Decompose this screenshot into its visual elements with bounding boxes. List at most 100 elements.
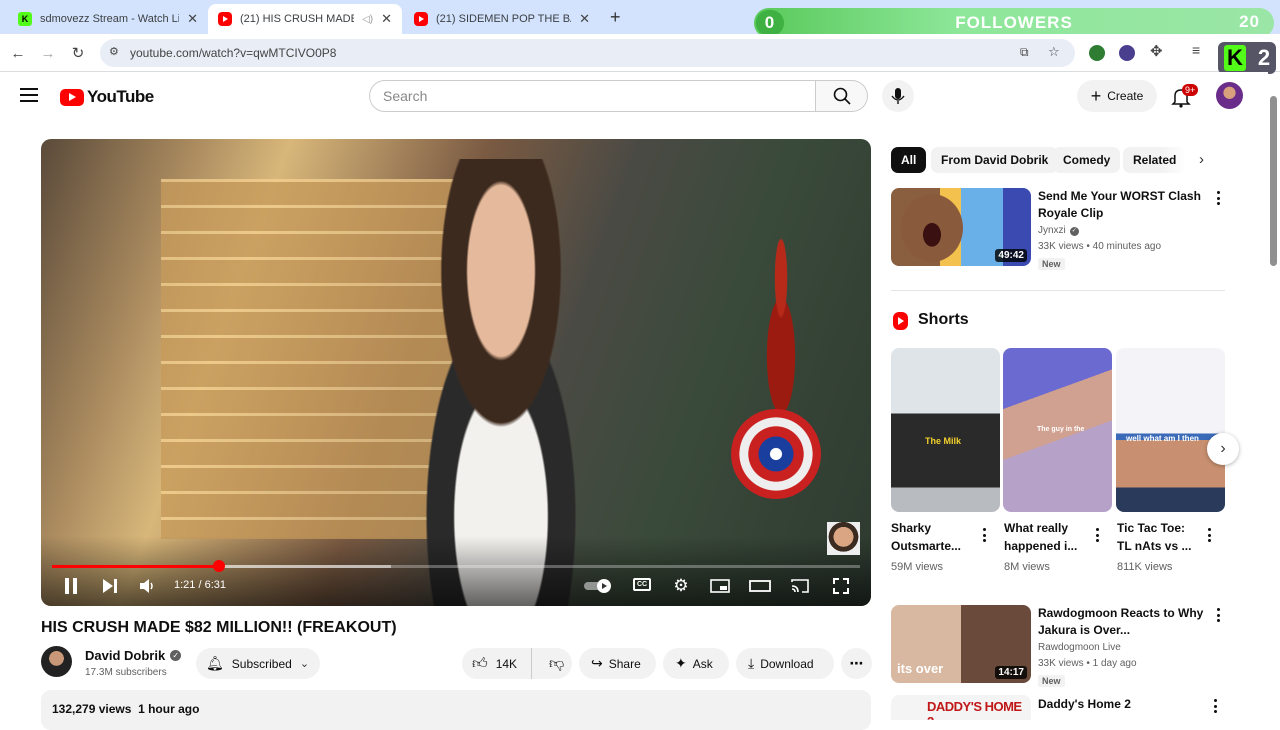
search-button[interactable] bbox=[816, 80, 868, 112]
voice-search-button[interactable] bbox=[882, 80, 914, 112]
subscribed-button[interactable]: 🔔︎ Subscribed ⌄ bbox=[196, 648, 320, 679]
short-title[interactable]: Tic Tac Toe: TL nAts vs ... bbox=[1117, 519, 1197, 555]
new-tab-button[interactable]: + bbox=[610, 7, 621, 28]
short-title[interactable]: Sharky Outsmarte... bbox=[891, 519, 971, 555]
recommended-title[interactable]: Daddy's Home 2 bbox=[1038, 696, 1218, 713]
notification-badge: 9+ bbox=[1182, 84, 1199, 96]
short-thumbnail[interactable]: The Milk bbox=[891, 348, 1000, 512]
download-icon: ⤓ bbox=[748, 655, 755, 671]
tab-kick-stream[interactable]: K sdmovezz Stream - Watch Live ✕ bbox=[8, 4, 208, 34]
chip-all[interactable]: All bbox=[891, 147, 927, 173]
short-thumbnail[interactable]: The guy in the bbox=[1003, 348, 1112, 512]
search-icon bbox=[833, 87, 851, 105]
channel-avatar[interactable] bbox=[41, 646, 72, 677]
theater-mode-button[interactable] bbox=[748, 575, 772, 597]
captions-button[interactable]: CC bbox=[633, 578, 651, 591]
download-button[interactable]: ⤓ Download bbox=[736, 648, 834, 679]
followers-count-left: 0 bbox=[756, 10, 784, 36]
video-title: HIS CRUSH MADE $82 MILLION!! (FREAKOUT) bbox=[41, 619, 397, 636]
close-tab-icon[interactable]: ✕ bbox=[579, 11, 590, 27]
channel-name[interactable]: David Dobrik ✓ bbox=[85, 648, 182, 663]
video-frame-shield bbox=[731, 409, 821, 499]
like-button[interactable]: 👍︎ 14K bbox=[462, 648, 532, 679]
install-icon[interactable]: ⧉ bbox=[1020, 45, 1029, 60]
thumbnail-text: DADDY'S HOME 2 bbox=[927, 699, 1022, 720]
kick-logo-number: 2 bbox=[1257, 45, 1271, 70]
verified-check-icon: ✓ bbox=[170, 650, 182, 661]
volume-button[interactable] bbox=[137, 575, 159, 597]
shorts-next-icon[interactable]: › bbox=[1207, 433, 1239, 465]
youtube-logo[interactable]: YouTube bbox=[60, 87, 154, 107]
thumbnail-face bbox=[901, 194, 963, 262]
fullscreen-button[interactable] bbox=[829, 575, 853, 597]
cast-button[interactable] bbox=[788, 575, 812, 597]
title-line: TL nAts vs ... bbox=[1117, 539, 1192, 553]
chip-comedy[interactable]: Comedy bbox=[1053, 147, 1121, 173]
description-box[interactable]: 132,279 views 1 hour ago bbox=[41, 690, 871, 730]
more-options-icon[interactable] bbox=[1217, 608, 1221, 622]
tab-youtube-sidemen[interactable]: (21) SIDEMEN POP THE BALLO ✕ bbox=[404, 4, 600, 34]
more-options-icon[interactable] bbox=[1214, 699, 1218, 713]
audio-icon[interactable]: ◁) bbox=[362, 14, 373, 25]
bookmark-star-icon[interactable]: ☆ bbox=[1048, 44, 1060, 60]
short-title[interactable]: What really happened i... bbox=[1004, 519, 1084, 555]
autoplay-toggle[interactable] bbox=[584, 575, 614, 597]
youtube-favicon-icon bbox=[218, 12, 232, 26]
pause-icon bbox=[65, 578, 77, 594]
site-info-icon[interactable]: ⚙ bbox=[109, 45, 119, 58]
chip-from-david-dobrik[interactable]: From David Dobrik bbox=[931, 147, 1059, 173]
forward-icon[interactable]: → bbox=[37, 42, 59, 64]
short-caption: well what am I then bbox=[1126, 434, 1199, 443]
media-control-icon[interactable]: ≡ bbox=[1192, 42, 1200, 58]
recommended-channel[interactable]: Jynxzi ✓ bbox=[1038, 223, 1079, 239]
channel-watermark[interactable] bbox=[827, 522, 860, 555]
recommended-thumbnail[interactable]: 49:42 bbox=[891, 188, 1031, 266]
theater-mode-icon bbox=[749, 580, 771, 592]
tab-youtube-active[interactable]: (21) HIS CRUSH MADE $82 ◁) ✕ bbox=[208, 4, 402, 34]
more-options-icon[interactable] bbox=[1208, 528, 1212, 542]
reload-icon[interactable]: ↻ bbox=[67, 42, 89, 64]
extension-purple-icon[interactable] bbox=[1119, 45, 1135, 61]
video-player[interactable]: 1:21 / 6:31 CC ⚙ bbox=[41, 139, 871, 606]
create-button[interactable]: + Create bbox=[1077, 80, 1157, 112]
more-options-icon[interactable] bbox=[983, 528, 987, 542]
close-tab-icon[interactable]: ✕ bbox=[381, 11, 392, 27]
more-options-icon[interactable] bbox=[1096, 528, 1100, 542]
share-arrow-icon: ↪ bbox=[591, 655, 603, 671]
more-options-icon[interactable] bbox=[1217, 191, 1221, 205]
ask-button[interactable]: ✦ Ask bbox=[663, 648, 729, 679]
pause-button[interactable] bbox=[61, 575, 81, 597]
hamburger-menu-icon[interactable] bbox=[20, 88, 38, 102]
download-label: Download bbox=[760, 656, 814, 671]
section-divider bbox=[891, 290, 1225, 291]
short-views: 8M views bbox=[1004, 561, 1050, 573]
chip-related[interactable]: Related bbox=[1123, 147, 1187, 173]
extension-green-icon[interactable] bbox=[1089, 45, 1105, 61]
recommended-thumbnail[interactable]: DADDY'S HOME 2 bbox=[891, 695, 1031, 720]
recommended-thumbnail[interactable]: its over 14:17 bbox=[891, 605, 1031, 683]
page-scrollbar-thumb[interactable] bbox=[1270, 96, 1277, 266]
back-icon[interactable]: ← bbox=[7, 42, 29, 64]
tab-title: (21) SIDEMEN POP THE BALLO bbox=[436, 13, 571, 25]
next-button[interactable] bbox=[99, 575, 121, 597]
recommended-title[interactable]: Rawdogmoon Reacts to Why Jakura is Over.… bbox=[1038, 605, 1218, 639]
like-dislike-group: 👍︎ 14K 👎︎ bbox=[462, 648, 572, 679]
youtube-logo-text: YouTube bbox=[87, 87, 154, 106]
url-field[interactable]: ⚙ youtube.com/watch?v=qwMTCIVO0P8 ⧉ ☆ bbox=[100, 39, 1075, 67]
close-tab-icon[interactable]: ✕ bbox=[187, 11, 198, 27]
short-thumbnail[interactable]: well what am I then bbox=[1116, 348, 1225, 512]
dislike-button[interactable]: 👎︎ bbox=[538, 655, 564, 673]
more-actions-icon[interactable]: ⋯ bbox=[841, 648, 872, 679]
extensions-puzzle-icon[interactable]: ✥ bbox=[1150, 42, 1163, 60]
account-avatar[interactable] bbox=[1216, 82, 1243, 109]
settings-gear-icon[interactable]: ⚙ bbox=[669, 575, 693, 597]
recommended-title[interactable]: Send Me Your WORST Clash Royale Clip bbox=[1038, 188, 1218, 222]
miniplayer-button[interactable] bbox=[708, 575, 732, 597]
shorts-icon bbox=[893, 312, 908, 330]
fullscreen-icon bbox=[833, 578, 849, 594]
chips-next-icon[interactable]: › bbox=[1199, 151, 1204, 168]
share-button[interactable]: ↪ Share bbox=[579, 648, 656, 679]
search-input[interactable]: Search bbox=[369, 80, 816, 112]
title-line: What really bbox=[1004, 521, 1069, 535]
recommended-channel[interactable]: Rawdogmoon Live bbox=[1038, 640, 1121, 656]
